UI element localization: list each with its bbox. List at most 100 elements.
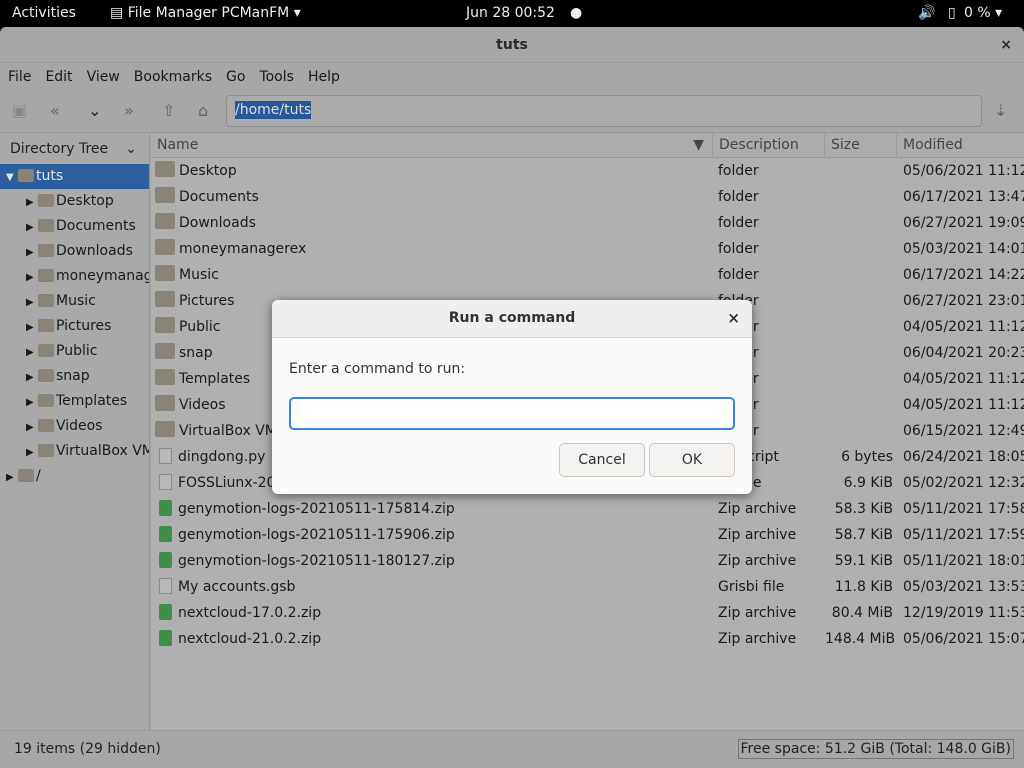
expander-icon[interactable]: ▶ [0,440,38,464]
menu-go[interactable]: Go [226,69,245,85]
sidebar: Directory Tree ⌄ ▼ tuts ▶ Desktop ▶ Documents ▶… [0,134,150,730]
menu-view[interactable]: View [87,69,120,85]
sidebar-title: Directory Tree [10,141,109,157]
tree-item[interactable]: ▶ Videos [0,414,149,439]
path-input[interactable]: /home/tuts [226,95,982,127]
file-row[interactable]: Documents folder 06/17/2021 13:47 [151,184,1024,210]
file-description: folder [718,267,759,283]
file-row[interactable]: genymotion-logs-20210511-175906.zip Zip a… [151,522,1024,548]
tree-item[interactable]: ▶ Templates [0,389,149,414]
tree-item[interactable]: ▼ tuts [0,164,149,189]
folder-icon [38,194,54,207]
folder-icon [155,213,175,229]
menu-help[interactable]: Help [308,69,340,85]
back-icon[interactable]: « [50,101,60,120]
tree-item[interactable]: ▶ Downloads [0,239,149,264]
history-chevron-down-icon[interactable]: ⌄ [88,101,101,120]
app-menu[interactable]: ▤ File Manager PCManFM ▾ [110,5,301,21]
file-name: genymotion-logs-20210511-175906.zip [178,527,455,543]
column-size[interactable]: Size [825,134,897,157]
expander-icon[interactable]: ▶ [0,415,38,439]
file-modified: 05/11/2021 17:58 [903,501,1024,517]
folder-icon [155,343,175,359]
sidebar-mode-select[interactable]: Directory Tree ⌄ [0,134,149,164]
file-modified: 05/06/2021 11:12 [903,163,1024,179]
tree-item[interactable]: ▶ moneymanagerex [0,264,149,289]
close-icon[interactable]: × [1000,27,1012,63]
clock[interactable]: Jun 28 00:52 [466,5,555,21]
tree-item[interactable]: ▶ Public [0,339,149,364]
file-size [825,340,897,366]
column-modified[interactable]: Modified [897,134,1024,157]
tree-item[interactable]: ▶ Desktop [0,189,149,214]
file-modified: 06/04/2021 20:23 [903,345,1024,361]
command-label: Enter a command to run: [289,361,466,377]
menu-edit[interactable]: Edit [45,69,72,85]
tree-item-label: / [36,468,41,484]
file-row[interactable]: nextcloud-21.0.2.zip Zip archive 148.4 MiB… [151,626,1024,652]
column-name[interactable]: Name ▼ [151,134,713,157]
expander-icon[interactable]: ▶ [0,390,38,414]
tree-item[interactable]: ▶ / [0,464,149,489]
expander-icon[interactable]: ▶ [0,215,38,239]
close-icon[interactable]: × [727,300,740,336]
ok-button[interactable]: OK [649,443,735,477]
file-modified: 05/11/2021 18:01 [903,553,1024,569]
tree-item-label: Desktop [56,193,114,209]
cancel-button[interactable]: Cancel [559,443,645,477]
battery-icon[interactable]: ▯ [948,5,956,21]
expanded-icon[interactable]: ▼ [0,165,18,189]
zip-file-icon [159,630,172,646]
folder-icon [38,319,54,332]
file-row[interactable]: Music folder 06/17/2021 14:22 [151,262,1024,288]
home-icon[interactable]: ⌂ [198,101,208,120]
chevron-down-icon: ⌄ [125,141,137,157]
tree-item-label: Public [56,343,98,359]
toolbar: ▣ « ⌄ » ⇧ ⌂ /home/tuts ⇣ [0,91,1024,133]
up-icon[interactable]: ⇧ [162,101,175,120]
command-input[interactable] [289,397,735,430]
file-row[interactable]: genymotion-logs-20210511-175814.zip Zip a… [151,496,1024,522]
file-modified: 06/17/2021 13:47 [903,189,1024,205]
file-size [825,210,897,236]
tree-item[interactable]: ▶ Pictures [0,314,149,339]
tree-item[interactable]: ▶ VirtualBox VMs [0,439,149,464]
file-size: 6.9 KiB [843,475,893,491]
file-modified: 05/02/2021 12:32 [903,475,1024,491]
go-icon[interactable]: ⇣ [994,101,1007,120]
expander-icon[interactable]: ▶ [0,265,38,289]
expander-icon[interactable]: ▶ [0,315,38,339]
file-row[interactable]: Desktop folder 05/06/2021 11:12 [151,158,1024,184]
tree-item[interactable]: ▶ Documents [0,214,149,239]
file-size [825,236,897,262]
battery-status[interactable]: 0 % ▾ [964,5,1002,21]
file-row[interactable]: nextcloud-17.0.2.zip Zip archive 80.4 MiB 1… [151,600,1024,626]
activities-button[interactable]: Activities [12,5,76,21]
file-row[interactable]: My accounts.gsb Grisbi file 11.8 KiB 05/03/… [151,574,1024,600]
volume-icon[interactable]: 🔊 [918,5,935,21]
expander-icon[interactable]: ▶ [0,465,18,489]
file-row[interactable]: moneymanagerex folder 05/03/2021 14:01 [151,236,1024,262]
column-description[interactable]: Description [713,134,825,157]
tree-item-label: VirtualBox VMs [56,443,149,459]
file-description: Zip archive [718,501,797,517]
menu-tools[interactable]: Tools [259,69,294,85]
expander-icon[interactable]: ▶ [0,340,38,364]
new-tab-icon[interactable]: ▣ [12,101,27,120]
dialog-header: Run a command × [272,300,752,338]
menu-file[interactable]: File [8,69,31,85]
expander-icon[interactable]: ▶ [0,290,38,314]
file-modified: 05/03/2021 13:53 [903,579,1024,595]
folder-icon [155,395,175,411]
file-name: moneymanagerex [179,241,307,257]
file-row[interactable]: Downloads folder 06/27/2021 19:09 [151,210,1024,236]
expander-icon[interactable]: ▶ [0,240,38,264]
tree-item[interactable]: ▶ Music [0,289,149,314]
menu-bookmarks[interactable]: Bookmarks [134,69,212,85]
tree-item[interactable]: ▶ snap [0,364,149,389]
file-name: Templates [179,371,251,387]
forward-icon[interactable]: » [124,101,134,120]
expander-icon[interactable]: ▶ [0,190,38,214]
expander-icon[interactable]: ▶ [0,365,38,389]
file-row[interactable]: genymotion-logs-20210511-180127.zip Zip a… [151,548,1024,574]
